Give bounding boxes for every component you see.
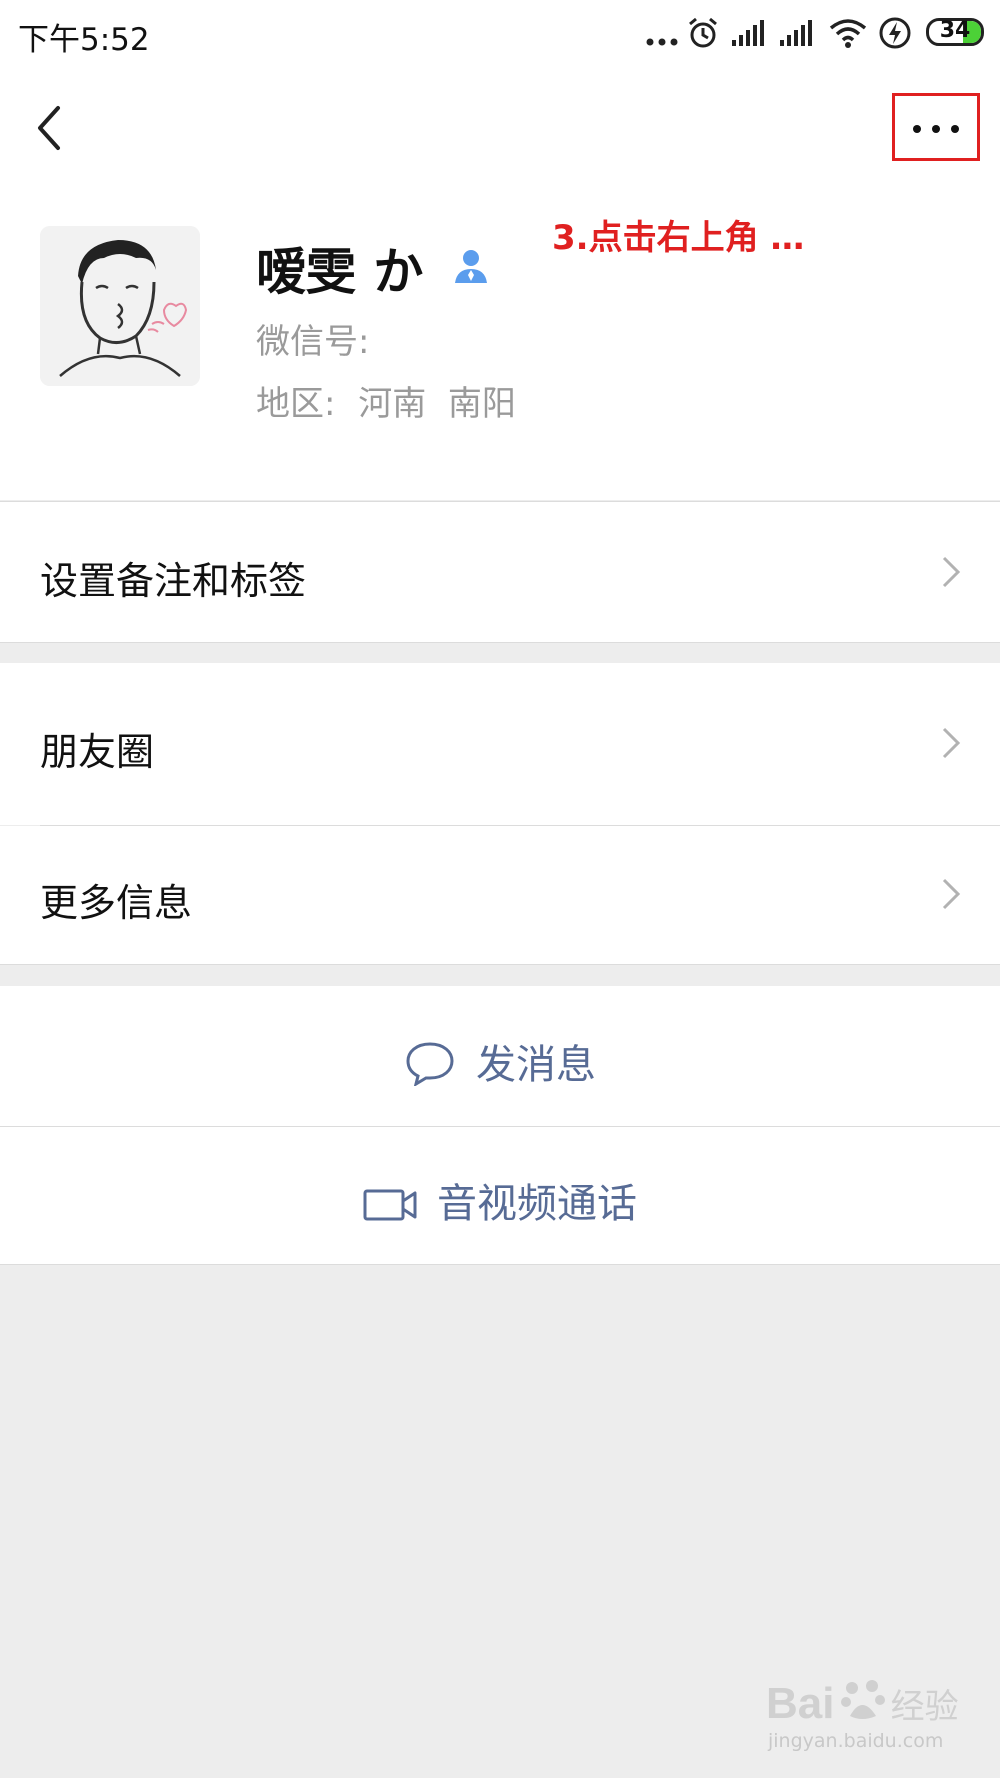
action-label: 音视频通话 (437, 1181, 637, 1227)
video-call-content: 音视频通话 (0, 1171, 1000, 1229)
profile-name-text: 嗳雯 か (256, 243, 424, 301)
divider (0, 1264, 1000, 1265)
video-camera-icon (363, 1189, 417, 1221)
alarm-icon (689, 17, 717, 48)
send-message-button[interactable]: 发消息 (0, 986, 1000, 1126)
divider (0, 642, 1000, 643)
wechat-id: 微信号: (256, 322, 370, 362)
region-label: 地区: (256, 384, 336, 424)
region: 地区: 河南 南阳 (256, 376, 516, 425)
avatar[interactable] (40, 226, 200, 386)
chat-bubble-icon (406, 1042, 454, 1088)
row-moments[interactable]: 朋友圈 (0, 663, 1000, 825)
video-call-button[interactable]: 音视频通话 (0, 1127, 1000, 1264)
profile-name: 嗳雯 か (256, 232, 491, 304)
row-label: 朋友圈 (40, 730, 155, 774)
more-dots-icon (646, 38, 678, 46)
charging-icon (879, 17, 911, 49)
row-remarks-tags[interactable]: 设置备注和标签 (0, 502, 1000, 642)
divider (0, 964, 1000, 965)
chevron-left-icon[interactable] (34, 104, 64, 152)
wifi-icon (829, 19, 867, 48)
status-time: 下午5:52 (18, 22, 150, 58)
paw-icon (840, 1680, 885, 1719)
chevron-right-icon (942, 878, 961, 910)
battery-text: 34 (939, 18, 971, 43)
more-horizontal-icon[interactable] (906, 114, 966, 144)
nav-bar (0, 72, 1000, 182)
region-value: 河南 南阳 (358, 384, 516, 424)
battery-icon: 34 (926, 18, 984, 46)
signal-icon (780, 20, 812, 46)
avatar-sketch-image (40, 226, 200, 386)
row-label: 设置备注和标签 (40, 559, 307, 603)
baidu-watermark: Bai 经验 (766, 1676, 959, 1729)
contact-person-icon (454, 250, 487, 283)
signal-icon (732, 20, 764, 46)
watermark-brand: Bai (766, 1679, 835, 1728)
instruction-annotation: 3.点击右上角 … (552, 218, 805, 258)
action-label: 发消息 (476, 1042, 596, 1088)
watermark-brand-suffix: 经验 (890, 1687, 959, 1727)
watermark-url: jingyan.baidu.com (768, 1730, 944, 1752)
chevron-right-icon (942, 556, 961, 588)
send-message-content: 发消息 (0, 1032, 1000, 1090)
chevron-right-icon (942, 727, 961, 759)
row-label: 更多信息 (40, 881, 193, 925)
status-bar: 下午5:52 34 (0, 0, 1000, 72)
row-more-info[interactable]: 更多信息 (0, 826, 1000, 964)
